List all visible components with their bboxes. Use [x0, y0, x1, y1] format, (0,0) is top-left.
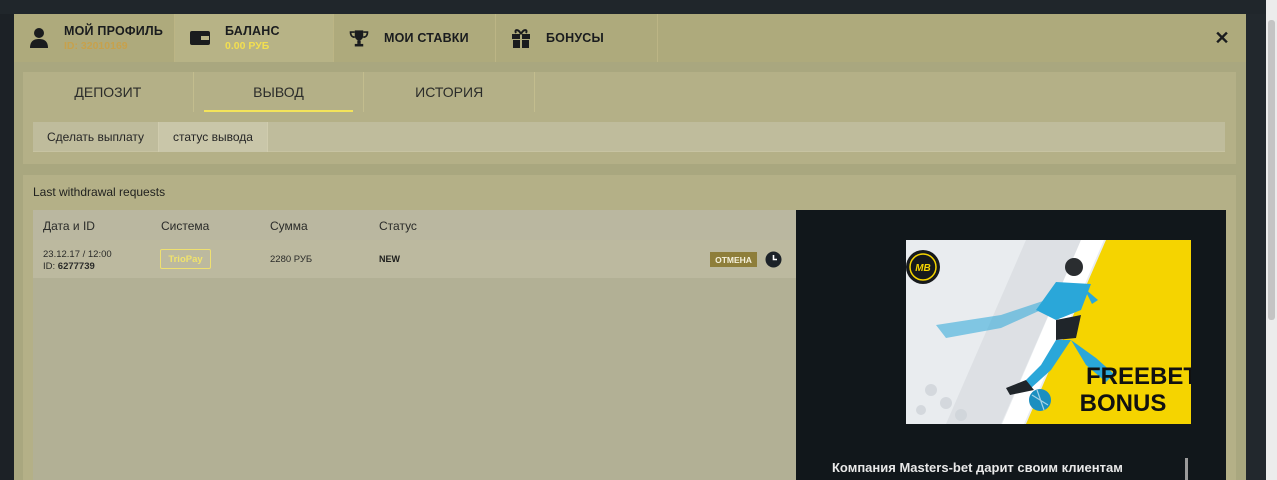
profile-id: ID: 32010169 [64, 40, 128, 52]
column-header-date: Дата и ID [43, 219, 95, 233]
tab-bonuses[interactable]: БОНУСЫ [496, 14, 658, 62]
promo-panel: MB FREEBET BONUS Компания Masters-bet да… [796, 210, 1226, 480]
promo-scrollbar[interactable] [1185, 458, 1188, 480]
row-id-prefix: ID: [43, 261, 58, 272]
trophy-icon [348, 27, 370, 49]
tab-history[interactable]: ИСТОРИЯ [364, 72, 536, 112]
banner-bonus-text: BONUS [1080, 390, 1167, 417]
section-title: Last withdrawal requests [33, 185, 166, 199]
withdraw-inner-tabs: Сделать выплату статус вывода [33, 122, 1225, 152]
user-icon [28, 27, 50, 49]
payment-system-badge: TrioPay [160, 249, 211, 269]
cancel-button[interactable]: ОТМЕНА [710, 252, 757, 267]
tab-profile[interactable]: МОЙ ПРОФИЛЬ ID: 32010169 [14, 14, 175, 62]
withdraw-nav-panel: ДЕПОЗИТ ВЫВОД ИСТОРИЯ Сделать выплату ст… [23, 72, 1236, 164]
tab-balance[interactable]: БАЛАНС 0.00 РУБ [175, 14, 334, 62]
row-id-value: 6277739 [57, 261, 95, 272]
gift-icon [510, 27, 532, 49]
banner-freebet-text: FREEBET [1086, 363, 1191, 390]
tab-my-bets[interactable]: МОИ СТАВКИ [334, 14, 496, 62]
column-header-system: Система [161, 219, 210, 233]
row-amount: 2280 РУБ [270, 254, 313, 265]
column-header-status: Статус [379, 219, 417, 233]
promo-description: Компания Masters-bet дарит своим клиента… [832, 460, 1123, 475]
banner-logo-text: MB [915, 263, 931, 274]
balance-value: 0.00 РУБ [225, 40, 270, 52]
freebet-banner-image[interactable]: MB FREEBET BONUS [906, 240, 1191, 424]
balance-sub-tabs: ДЕПОЗИТ ВЫВОД ИСТОРИЯ [23, 72, 536, 112]
withdraw-status-panel: Last withdrawal requests Дата и ID Систе… [23, 175, 1236, 480]
clock-icon [765, 251, 782, 268]
table-header: Дата и ID Система Сумма Статус [33, 210, 796, 240]
tab-balance-label: БАЛАНС [225, 24, 280, 38]
tab-my-bets-label: МОИ СТАВКИ [384, 31, 469, 45]
tab-make-payout[interactable]: Сделать выплату [33, 122, 159, 152]
row-id: ID: 6277739 [43, 261, 95, 272]
withdrawal-table: Дата и ID Система Сумма Статус 23.12.17 … [33, 210, 796, 480]
account-modal: МОЙ ПРОФИЛЬ ID: 32010169 БАЛАНС 0.00 РУБ… [14, 14, 1246, 480]
page-backdrop-right [1246, 14, 1266, 480]
tab-bonuses-label: БОНУСЫ [546, 31, 604, 45]
close-icon[interactable]: ✕ [1212, 28, 1232, 48]
wallet-icon [189, 27, 211, 49]
account-tabs: МОЙ ПРОФИЛЬ ID: 32010169 БАЛАНС 0.00 РУБ… [14, 14, 1246, 62]
tab-profile-label: МОЙ ПРОФИЛЬ [64, 24, 164, 38]
tab-deposit[interactable]: ДЕПОЗИТ [23, 72, 194, 112]
row-status: NEW [379, 254, 400, 264]
table-row: 23.12.17 / 12:00 ID: 6277739 TrioPay 228… [33, 240, 796, 278]
tab-withdraw[interactable]: ВЫВОД [194, 72, 365, 112]
page-backdrop-top [0, 0, 1277, 14]
column-header-amount: Сумма [270, 219, 308, 233]
row-date: 23.12.17 / 12:00 [43, 249, 112, 260]
tab-withdraw-status[interactable]: статус вывода [158, 122, 268, 152]
page-scrollbar-thumb[interactable] [1268, 20, 1275, 320]
